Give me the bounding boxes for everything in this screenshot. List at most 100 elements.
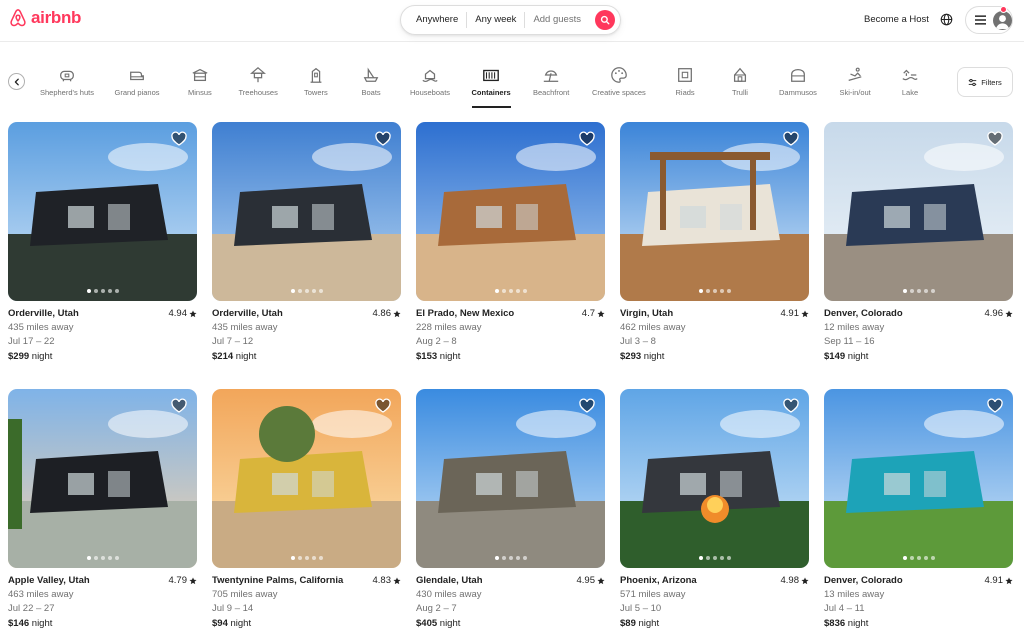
rating-value: 4.79 bbox=[168, 575, 188, 586]
chevron-left-icon bbox=[14, 78, 19, 85]
price-amount: $405 bbox=[416, 618, 438, 629]
listing-price: $89 night bbox=[620, 618, 809, 629]
category-towers[interactable]: Towers bbox=[304, 66, 328, 106]
listing-distance: 435 miles away bbox=[8, 322, 74, 333]
listing-card[interactable]: El Prado, New Mexico 4.7 228 miles away Aug… bbox=[416, 122, 605, 362]
category-boats[interactable]: Boats bbox=[362, 66, 381, 106]
listing-dates: Jul 9 – 14 bbox=[212, 603, 254, 614]
listing-photo[interactable] bbox=[8, 389, 197, 568]
listing-photo[interactable] bbox=[8, 122, 197, 301]
rating-value: 4.91 bbox=[984, 575, 1004, 586]
heart-icon[interactable] bbox=[987, 398, 1003, 414]
category-containers[interactable]: Containers bbox=[471, 66, 511, 108]
heart-icon[interactable] bbox=[171, 398, 187, 414]
listing-photo-scene bbox=[620, 389, 809, 568]
price-unit: night bbox=[643, 351, 665, 362]
price-unit: night bbox=[847, 618, 869, 629]
category-creative-spaces[interactable]: Creative spaces bbox=[592, 66, 646, 106]
listing-photo[interactable] bbox=[620, 122, 809, 301]
listing-photo[interactable] bbox=[212, 122, 401, 301]
filters-button[interactable]: Filters bbox=[957, 67, 1013, 97]
listing-photo-scene bbox=[416, 389, 605, 568]
become-host-link[interactable]: Become a Host bbox=[864, 14, 929, 25]
listing-info: Denver, Colorado 4.96 12 miles away Sep 11 … bbox=[824, 308, 1013, 362]
listing-photo[interactable] bbox=[824, 122, 1013, 301]
category-lake[interactable]: Lake bbox=[901, 66, 919, 106]
listing-dates: Aug 2 – 7 bbox=[416, 603, 457, 614]
listing-rating: 4.95 bbox=[577, 575, 606, 586]
category-beachfront[interactable]: Beachfront bbox=[533, 66, 569, 106]
listing-card[interactable]: Virgin, Utah 4.91 462 miles away Jul 3 – 8 $… bbox=[620, 122, 809, 362]
heart-icon[interactable] bbox=[987, 131, 1003, 147]
listing-distance: 228 miles away bbox=[416, 322, 482, 333]
category-label: Houseboats bbox=[410, 88, 451, 97]
airbnb-logo[interactable]: airbnb bbox=[8, 8, 81, 28]
heart-icon[interactable] bbox=[783, 131, 799, 147]
listing-card[interactable]: Orderville, Utah 4.94 435 miles away Jul 17… bbox=[8, 122, 197, 362]
category-label: Dammusos bbox=[779, 88, 817, 97]
category-dammusos[interactable]: Dammusos bbox=[779, 66, 817, 106]
category-label: Minsus bbox=[188, 88, 212, 97]
category-grand-pianos[interactable]: Grand pianos bbox=[115, 66, 160, 106]
photo-pagination-dots bbox=[824, 556, 1013, 560]
category-prev-button[interactable] bbox=[8, 73, 25, 90]
listing-dates: Jul 5 – 10 bbox=[620, 603, 662, 614]
heart-icon[interactable] bbox=[579, 398, 595, 414]
listing-distance: 430 miles away bbox=[416, 589, 482, 600]
price-unit: night bbox=[638, 618, 660, 629]
listing-card[interactable]: Glendale, Utah 4.95 430 miles away Aug 2 – … bbox=[416, 389, 605, 629]
search-guests[interactable]: Add guests bbox=[525, 12, 589, 28]
category-treehouses[interactable]: Treehouses bbox=[239, 66, 278, 106]
listing-price: $214 night bbox=[212, 351, 401, 362]
category-minsus[interactable]: Minsus bbox=[188, 66, 212, 106]
price-unit: night bbox=[31, 618, 53, 629]
category-houseboats[interactable]: Houseboats bbox=[410, 66, 450, 106]
price-amount: $153 bbox=[416, 351, 438, 362]
category-shepherd-s-huts[interactable]: Shepherd's huts bbox=[40, 66, 94, 106]
listing-info: Apple Valley, Utah 4.79 463 miles away Jul … bbox=[8, 575, 197, 629]
search-bar[interactable]: Anywhere Any week Add guests bbox=[400, 5, 621, 35]
listing-photo[interactable] bbox=[620, 389, 809, 568]
notification-badge bbox=[1000, 6, 1007, 13]
category-label: Beachfront bbox=[533, 88, 570, 97]
heart-icon[interactable] bbox=[171, 131, 187, 147]
category-ski-in-out[interactable]: Ski-in/out bbox=[840, 66, 871, 106]
listing-photo[interactable] bbox=[416, 122, 605, 301]
listing-card[interactable]: Phoenix, Arizona 4.98 571 miles away Jul 5 … bbox=[620, 389, 809, 629]
listing-card[interactable]: Orderville, Utah 4.86 435 miles away Jul 7 … bbox=[212, 122, 401, 362]
listing-card[interactable]: Twentynine Palms, California 4.83 705 mile… bbox=[212, 389, 401, 629]
search-button[interactable] bbox=[595, 10, 615, 30]
listing-photo[interactable] bbox=[212, 389, 401, 568]
boat-icon bbox=[362, 66, 380, 84]
photo-pagination-dots bbox=[212, 289, 401, 293]
listing-photo[interactable] bbox=[824, 389, 1013, 568]
listing-distance: 462 miles away bbox=[620, 322, 686, 333]
price-unit: night bbox=[230, 618, 252, 629]
filters-label: Filters bbox=[981, 77, 1002, 87]
rating-value: 4.83 bbox=[372, 575, 392, 586]
language-button[interactable] bbox=[940, 13, 953, 31]
search-where[interactable]: Anywhere bbox=[401, 12, 466, 28]
listing-price: $94 night bbox=[212, 618, 401, 629]
listing-card[interactable]: Denver, Colorado 4.96 12 miles away Sep 11 … bbox=[824, 122, 1013, 362]
rating-value: 4.96 bbox=[984, 308, 1004, 319]
listing-info: Orderville, Utah 4.94 435 miles away Jul 17… bbox=[8, 308, 197, 362]
listing-card[interactable]: Apple Valley, Utah 4.79 463 miles away Jul … bbox=[8, 389, 197, 629]
price-amount: $89 bbox=[620, 618, 636, 629]
category-label: Shepherd's huts bbox=[40, 88, 94, 97]
globe-icon bbox=[940, 13, 953, 26]
search-when[interactable]: Any week bbox=[467, 12, 524, 28]
listing-photo[interactable] bbox=[416, 389, 605, 568]
heart-icon[interactable] bbox=[579, 131, 595, 147]
listing-rating: 4.7 bbox=[582, 308, 605, 319]
sliders-icon bbox=[969, 78, 977, 86]
listing-card[interactable]: Denver, Colorado 4.91 13 miles away Jul 4 –… bbox=[824, 389, 1013, 629]
category-label: Boats bbox=[361, 88, 381, 97]
star-icon bbox=[189, 309, 197, 317]
category-trulli[interactable]: Trulli bbox=[731, 66, 749, 106]
category-riads[interactable]: Riads bbox=[676, 66, 695, 106]
heart-icon[interactable] bbox=[375, 398, 391, 414]
heart-icon[interactable] bbox=[783, 398, 799, 414]
category-label: Containers bbox=[471, 88, 511, 97]
heart-icon[interactable] bbox=[375, 131, 391, 147]
